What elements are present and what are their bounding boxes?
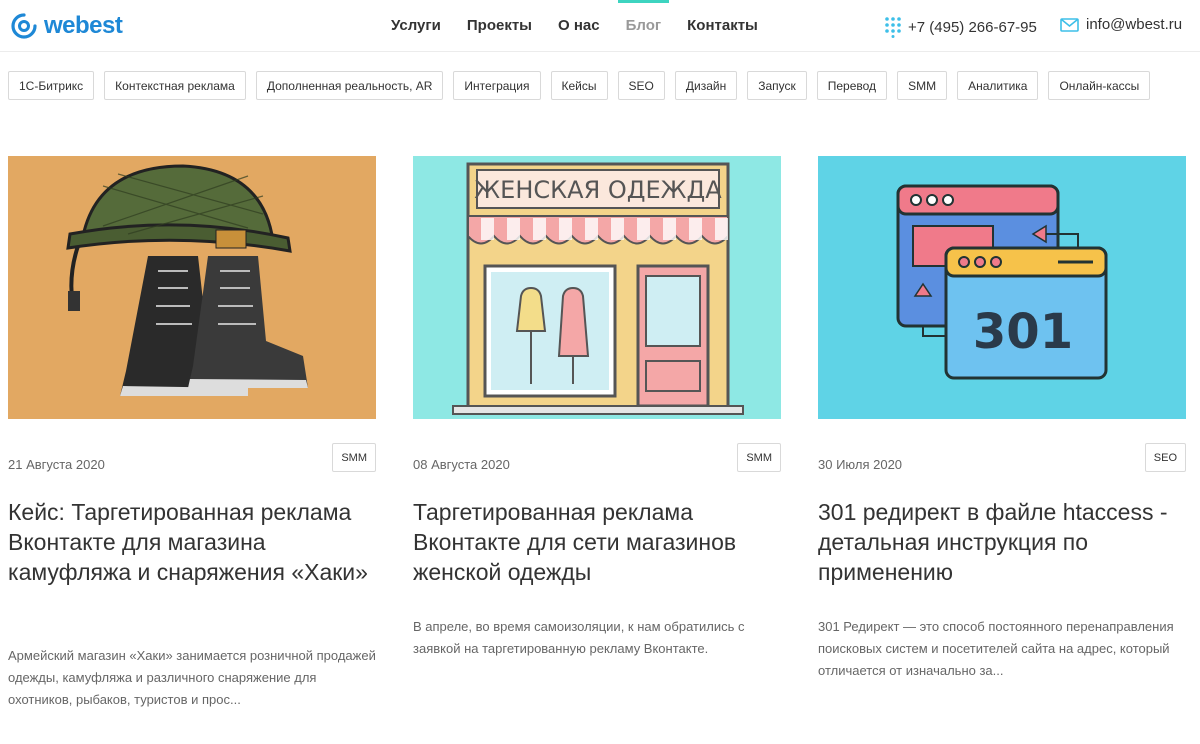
tag-bitrix[interactable]: 1С-Битрикс: [8, 71, 95, 100]
tag-launch[interactable]: Запуск: [747, 71, 807, 100]
card-title[interactable]: Кейс: Таргетированная реклама Вконтакте …: [8, 497, 376, 587]
nav-contacts[interactable]: Контакты: [687, 17, 758, 34]
header-email[interactable]: info@wbest.ru: [1060, 16, 1182, 33]
phone-dialpad-icon: [885, 17, 901, 38]
tag-cases[interactable]: Кейсы: [550, 71, 608, 100]
tag-filter-bar: 1С-Битрикс Контекстная реклама Дополненн…: [8, 71, 1160, 100]
store-sign: ЖЕНСКАЯ ОДЕЖДА: [474, 176, 722, 204]
nav-blog[interactable]: Блог: [617, 0, 669, 34]
nav-projects[interactable]: Проекты: [467, 17, 532, 34]
redirect-code: 301: [973, 304, 1073, 360]
card-tag-badge[interactable]: SMM: [737, 443, 781, 472]
phone-number: +7 (495) 266-67-95: [908, 18, 1037, 36]
card-date: 30 Июля 2020: [818, 457, 903, 472]
tag-online-cash[interactable]: Онлайн-кассы: [1048, 71, 1151, 100]
card-title[interactable]: 301 редирект в файле htaccess - детальна…: [818, 497, 1186, 587]
card-title[interactable]: Таргетированная реклама Вконтакте для се…: [413, 497, 781, 587]
tag-context-ads[interactable]: Контекстная реклама: [104, 71, 246, 100]
card-meta: 08 Августа 2020 SMM: [413, 443, 781, 483]
site-header: webest Услуги Проекты О нас Блог Контакт…: [0, 0, 1200, 52]
tag-design[interactable]: Дизайн: [674, 71, 738, 100]
card-meta: 21 Августа 2020 SMM: [8, 443, 376, 483]
card-image-clothing-store[interactable]: ЖЕНСКАЯ ОДЕЖДА: [413, 156, 781, 419]
email-address: info@wbest.ru: [1086, 16, 1183, 33]
logo-text: webest: [44, 12, 123, 39]
tag-smm[interactable]: SMM: [897, 71, 948, 100]
card-image-301-redirect[interactable]: 301: [818, 156, 1186, 419]
tag-integration[interactable]: Интеграция: [453, 71, 541, 100]
main-nav: Услуги Проекты О нас Блог Контакты: [391, 0, 784, 34]
card-excerpt: 301 Редирект — это способ постоянного пе…: [818, 619, 1174, 678]
tag-translation[interactable]: Перевод: [816, 71, 888, 100]
card-meta: 30 Июля 2020 SEO: [818, 443, 1186, 483]
logo[interactable]: webest: [10, 12, 123, 40]
tag-analytics[interactable]: Аналитика: [957, 71, 1039, 100]
nav-services[interactable]: Услуги: [391, 17, 441, 34]
card-excerpt: В апреле, во время самоизоляции, к нам о…: [413, 619, 745, 656]
card-tag-badge[interactable]: SMM: [332, 443, 376, 472]
card-tag-badge[interactable]: SEO: [1144, 443, 1186, 472]
blog-card[interactable]: 21 Августа 2020 SMM Кейс: Таргетированна…: [8, 156, 376, 707]
logo-icon: [11, 13, 37, 39]
card-image-helmet-boots[interactable]: [8, 156, 376, 419]
card-date: 21 Августа 2020: [8, 457, 105, 472]
header-phone[interactable]: +7 (495) 266-67-95: [884, 16, 1037, 38]
blog-card[interactable]: ЖЕНСКАЯ ОДЕЖДА 08 Августа 2020 SMM Тарге…: [413, 156, 781, 656]
card-excerpt: Армейский магазин «Хаки» занимается розн…: [8, 648, 376, 707]
card-date: 08 Августа 2020: [413, 457, 510, 472]
nav-about[interactable]: О нас: [558, 17, 600, 34]
tag-ar[interactable]: Дополненная реальность, AR: [255, 71, 444, 100]
blog-card[interactable]: 301 30 Июля 2020 SEO 301 редирект в файл…: [818, 156, 1186, 678]
mail-icon: [1060, 17, 1079, 32]
tag-seo[interactable]: SEO: [617, 71, 665, 100]
